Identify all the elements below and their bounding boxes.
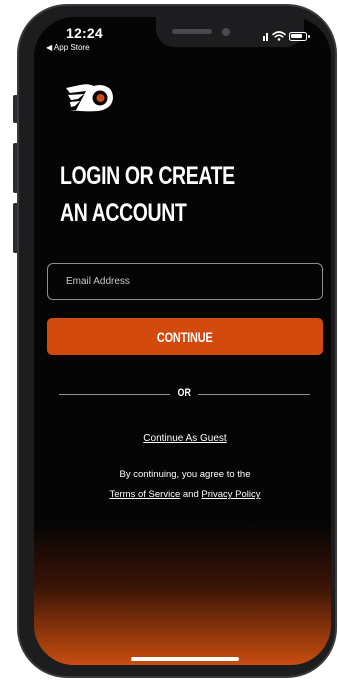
front-camera — [222, 28, 230, 36]
home-indicator[interactable] — [131, 657, 239, 661]
terms-and-text: and — [182, 489, 199, 500]
speaker-grille — [172, 29, 212, 34]
battery-icon — [289, 31, 310, 41]
continue-as-guest-link[interactable]: Continue As Guest — [60, 433, 310, 444]
continue-button-label: CONTINUE — [157, 328, 213, 345]
terms-notice: By continuing, you agree to the Terms of… — [60, 465, 310, 505]
status-time: 12:24 — [66, 25, 103, 41]
headline-line-2: AN ACCOUNT — [60, 199, 187, 227]
privacy-policy-link[interactable]: Privacy Policy — [201, 489, 260, 500]
terms-links-line: Terms of Service and Privacy Policy — [60, 485, 310, 505]
divider-line-right — [198, 394, 310, 395]
or-divider-label: OR — [177, 387, 191, 399]
divider-line-left — [59, 394, 170, 395]
continue-button[interactable]: CONTINUE — [47, 318, 323, 355]
email-address-input[interactable] — [47, 263, 323, 300]
signal-icon — [263, 32, 269, 41]
status-icons — [263, 31, 310, 41]
headline-line-1: LOGIN OR CREATE — [60, 162, 235, 190]
wifi-icon — [272, 31, 286, 41]
back-to-app-store-link[interactable]: ◀ App Store — [46, 43, 90, 52]
page-title: LOGIN OR CREATE AN ACCOUNT — [60, 158, 247, 232]
terms-prefix-text: By continuing, you agree to the — [119, 469, 251, 480]
flyers-logo-icon — [66, 84, 113, 112]
terms-of-service-link[interactable]: Terms of Service — [109, 489, 180, 500]
